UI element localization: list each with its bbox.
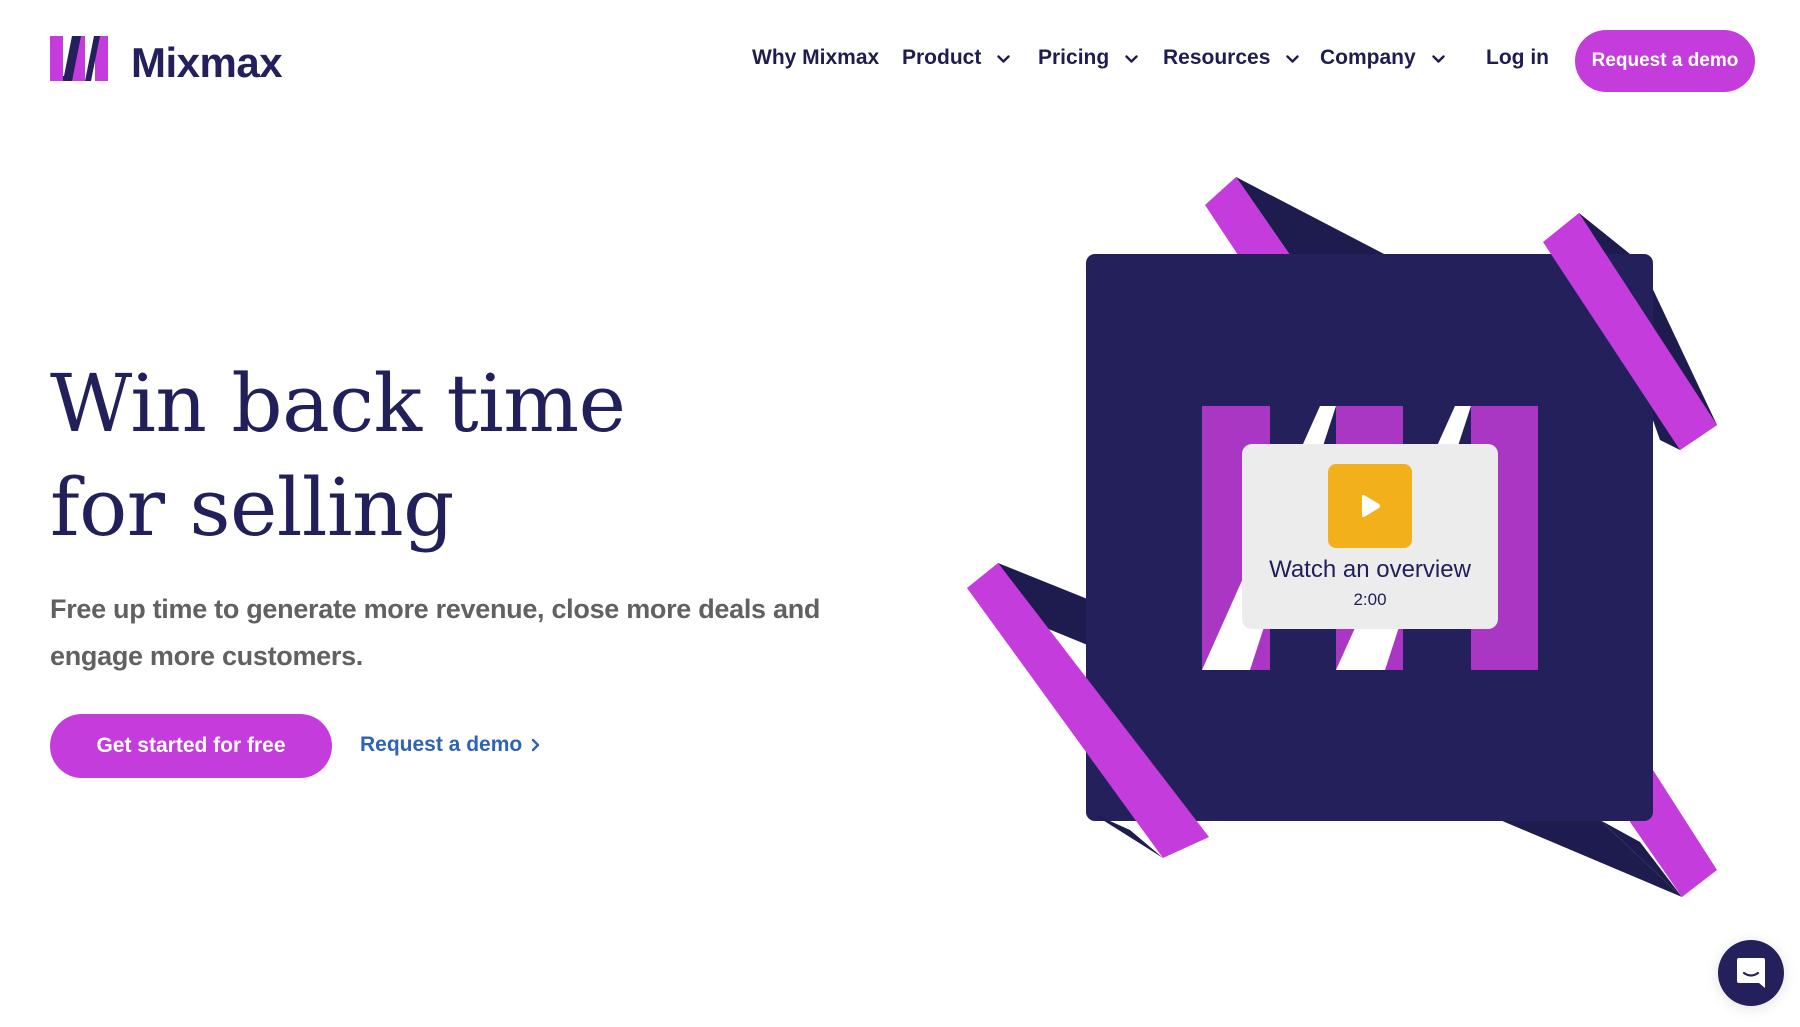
nav-product[interactable]: Product — [902, 46, 1011, 70]
nav-label: Pricing — [1038, 46, 1110, 69]
hero-title-line-1: Win back time — [50, 357, 626, 450]
ribbon-top-right — [1543, 213, 1717, 450]
nav-why-mixmax[interactable]: Why Mixmax — [752, 46, 879, 70]
get-started-button[interactable]: Get started for free — [50, 714, 332, 778]
play-icon — [1362, 494, 1380, 518]
ribbon-bottom-right — [1630, 770, 1717, 897]
ribbon-top-right-shadow — [1579, 213, 1717, 450]
request-demo-link-label: Request a demo — [360, 733, 523, 756]
chevron-down-icon — [997, 54, 1011, 63]
mixmax-logo[interactable]: Mixmax — [50, 33, 283, 86]
nav-label: Company — [1320, 46, 1416, 69]
video-duration: 2:00 — [1353, 590, 1387, 609]
ribbon-top-left-shadow — [1236, 177, 1386, 255]
hero-title-line-2: for selling — [50, 461, 454, 554]
ribbon-bottom-left-shadow-bottom — [1090, 812, 1163, 858]
nav-pricing[interactable]: Pricing — [1038, 46, 1138, 70]
hero-subtitle: Free up time to generate more revenue, c… — [50, 594, 821, 671]
logo-wordmark: Mixmax — [131, 39, 283, 86]
play-button[interactable] — [1328, 464, 1412, 548]
ribbon-bottom-left-shadow — [998, 563, 1090, 646]
chevron-down-icon — [1431, 54, 1445, 63]
ribbon-bottom-right-shadow-2 — [1600, 820, 1682, 897]
login-label: Log in — [1486, 46, 1549, 69]
nav-label: Product — [902, 46, 982, 69]
nav-resources[interactable]: Resources — [1163, 46, 1300, 70]
login-link[interactable]: Log in — [1486, 46, 1549, 70]
nav-label: Why Mixmax — [752, 46, 880, 69]
ribbon-bottom-left — [967, 563, 1209, 858]
chevron-right-icon — [532, 738, 540, 752]
watch-overview-card[interactable]: Watch an overview 2:00 — [1242, 444, 1498, 629]
mixmax-logo-icon — [50, 35, 108, 81]
nav-label: Resources — [1163, 46, 1271, 69]
ribbon-bottom-right-shadow — [1500, 820, 1682, 897]
nav-company[interactable]: Company — [1320, 46, 1445, 70]
hero-title: Win back time for selling — [50, 352, 626, 560]
ribbon-top-left — [1205, 177, 1290, 255]
card-title: Watch an overview — [1269, 556, 1471, 583]
request-demo-button[interactable]: Request a demo — [1575, 30, 1755, 92]
chat-bubble-icon — [1737, 958, 1765, 988]
chevron-down-icon — [1125, 54, 1138, 63]
chat-launcher-button[interactable] — [1718, 940, 1784, 1006]
request-demo-link[interactable]: Request a demo — [360, 733, 540, 757]
chevron-down-icon — [1286, 54, 1300, 63]
